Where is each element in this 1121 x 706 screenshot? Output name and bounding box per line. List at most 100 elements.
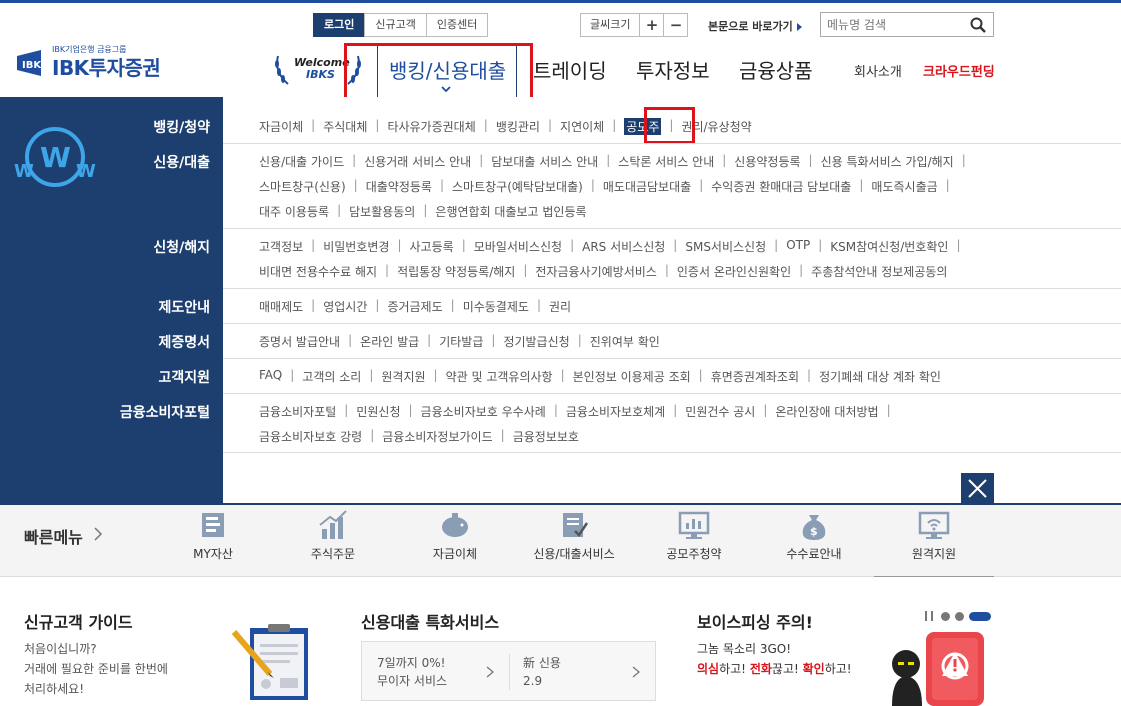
menu-link[interactable]: 대출약정등록 <box>366 178 432 195</box>
pager-dot[interactable] <box>955 611 964 621</box>
menu-link[interactable]: KSM참여신청/번호확인 <box>830 238 948 255</box>
menu-link[interactable]: 금융소비자보호체계 <box>566 403 665 420</box>
pause-icon[interactable] <box>925 611 933 621</box>
quick-ipo-subscription[interactable]: 공모주청약 <box>639 505 749 562</box>
menu-link[interactable]: 휴면증권계좌조회 <box>711 368 799 385</box>
menu-link[interactable]: 고객정보 <box>259 238 303 255</box>
gnb-investment-info[interactable]: 투자정보 <box>636 55 710 84</box>
credit-loan-special-title[interactable]: 신용대출 특화서비스 <box>361 609 499 633</box>
menu-link[interactable]: 고객의 소리 <box>302 368 361 385</box>
category-banking[interactable]: 뱅킹/청약 <box>0 117 210 137</box>
menu-link[interactable]: 모바일서비스신청 <box>474 238 562 255</box>
pager-dot[interactable] <box>941 611 950 621</box>
menu-link[interactable]: 기타발급 <box>439 333 483 350</box>
menu-link[interactable]: 대주 이용등록 <box>259 203 329 220</box>
menu-link[interactable]: 타사유가증권대체 <box>387 118 475 135</box>
chevron-right-icon[interactable] <box>632 666 640 678</box>
skip-to-content-link[interactable]: 본문으로 바로가기 <box>708 18 802 34</box>
voice-phishing-title[interactable]: 보이스피싱 주의! <box>697 609 813 633</box>
menu-link[interactable]: 진위여부 확인 <box>590 333 660 350</box>
category-system[interactable]: 제도안내 <box>0 297 210 317</box>
company-intro-link[interactable]: 회사소개 <box>854 61 902 80</box>
menu-link[interactable]: 스탁론 서비스 안내 <box>618 153 714 170</box>
menu-link[interactable]: 전자금융사기예방서비스 <box>535 263 656 280</box>
menu-link[interactable]: 주식대체 <box>323 118 367 135</box>
menu-link[interactable]: 주총참석안내 정보제공동의 <box>811 263 947 280</box>
menu-link[interactable]: 은행연합회 대출보고 법인등록 <box>435 203 586 220</box>
menu-link[interactable]: 매도대금담보대출 <box>603 178 691 195</box>
search-icon[interactable] <box>970 17 986 33</box>
quick-remote-support[interactable]: 원격지원 <box>879 505 989 562</box>
menu-link[interactable]: 지연이체 <box>560 118 604 135</box>
menu-link[interactable]: 매매제도 <box>259 298 303 315</box>
menu-link[interactable]: 인증서 온라인신원확인 <box>677 263 791 280</box>
menu-link[interactable]: 온라인장애 대처방법 <box>775 403 878 420</box>
chevron-right-icon[interactable] <box>486 666 494 678</box>
menu-link[interactable]: 스마트창구(예탁담보대출) <box>452 178 583 195</box>
menu-link[interactable]: 신용거래 서비스 안내 <box>364 153 471 170</box>
menu-link[interactable]: 스마트창구(신용) <box>259 178 346 195</box>
menu-link[interactable]: 영업시간 <box>323 298 367 315</box>
quick-fee-guide[interactable]: $ 수수료안내 <box>759 505 869 562</box>
quick-my-assets[interactable]: MY자산 <box>158 505 268 562</box>
category-consumer-portal[interactable]: 금융소비자포털 <box>0 402 210 422</box>
menu-link[interactable]: 금융소비자보호 강령 <box>259 428 362 445</box>
service-zero-interest[interactable]: 7일까지 0%! 무이자 서비스 <box>377 654 447 690</box>
menu-link[interactable]: 금융소비자포털 <box>259 403 336 420</box>
menu-link[interactable]: 미수동결제도 <box>463 298 529 315</box>
service-new-credit[interactable]: 新 신용 2.9 <box>523 654 561 690</box>
cert-center-button[interactable]: 인증센터 <box>425 13 489 37</box>
quick-fund-transfer[interactable]: 자금이체 <box>400 505 510 562</box>
menu-link[interactable]: 민원건수 공시 <box>685 403 755 420</box>
menu-link[interactable]: 금융소비자정보가이드 <box>382 428 492 445</box>
close-menu-button[interactable] <box>961 473 994 505</box>
menu-link[interactable]: FAQ <box>259 368 282 385</box>
crowdfunding-link[interactable]: 크라우드펀딩 <box>923 61 995 80</box>
quick-stock-order[interactable]: 주식주문 <box>278 505 388 562</box>
menu-link[interactable]: 민원신청 <box>356 403 400 420</box>
gnb-financial-products[interactable]: 금융상품 <box>739 55 813 84</box>
menu-link[interactable]: 뱅킹관리 <box>496 118 540 135</box>
menu-link[interactable]: OTP <box>786 238 810 255</box>
menu-link[interactable]: 권리 <box>549 298 571 315</box>
menu-link[interactable]: 비대면 전용수수료 해지 <box>259 263 377 280</box>
category-support[interactable]: 고객지원 <box>0 367 210 387</box>
menu-link[interactable]: 증거금제도 <box>387 298 442 315</box>
menu-link[interactable]: 적립통장 약정등록/해지 <box>397 263 515 280</box>
menu-link[interactable]: 증명서 발급안내 <box>259 333 340 350</box>
quick-menu-title[interactable]: 빠른메뉴 <box>24 524 83 548</box>
pager-dot-active[interactable] <box>969 611 991 621</box>
menu-link[interactable]: 신용/대출 가이드 <box>259 153 344 170</box>
menu-link[interactable]: SMS서비스신청 <box>685 238 766 255</box>
menu-link[interactable]: 정기폐쇄 대상 계좌 확인 <box>819 368 941 385</box>
menu-link[interactable]: ARS 서비스신청 <box>582 238 665 255</box>
menu-link[interactable]: 원격지원 <box>381 368 425 385</box>
menu-link[interactable]: 담보대출 서비스 안내 <box>491 153 598 170</box>
menu-link[interactable]: 신용약정등록 <box>734 153 800 170</box>
menu-link[interactable]: 약관 및 고객유의사항 <box>446 368 553 385</box>
menu-link[interactable]: 금융소비자보호 우수사례 <box>421 403 546 420</box>
menu-link[interactable]: 정기발급신청 <box>503 333 569 350</box>
category-certificate[interactable]: 제증명서 <box>0 332 210 352</box>
search-input[interactable] <box>821 13 961 36</box>
font-size-minus-button[interactable]: − <box>663 13 689 37</box>
chevron-right-icon[interactable] <box>93 527 103 541</box>
menu-link[interactable]: 본인정보 이용제공 조회 <box>573 368 691 385</box>
menu-link[interactable]: 금융정보보호 <box>513 428 579 445</box>
menu-link[interactable]: 매도즉시출금 <box>871 178 937 195</box>
new-customer-button[interactable]: 신규고객 <box>364 13 427 37</box>
category-apply[interactable]: 신청/해지 <box>0 237 210 257</box>
menu-link[interactable]: 담보활용동의 <box>349 203 415 220</box>
menu-link[interactable]: 온라인 발급 <box>360 333 419 350</box>
category-credit[interactable]: 신용/대출 <box>0 152 210 172</box>
gnb-trading[interactable]: 트레이딩 <box>533 55 607 84</box>
login-button[interactable]: 로그인 <box>313 13 366 37</box>
menu-link[interactable]: 수익증권 환매대금 담보대출 <box>711 178 851 195</box>
font-size-plus-button[interactable]: + <box>639 13 665 37</box>
menu-link[interactable]: 자금이체 <box>259 118 303 135</box>
menu-link[interactable]: 사고등록 <box>410 238 454 255</box>
quick-credit-loan-service[interactable]: 신용/대출서비스 <box>519 505 629 562</box>
menu-link[interactable]: 신용 특화서비스 가입/해지 <box>821 153 954 170</box>
menu-link[interactable]: 비밀번호변경 <box>323 238 389 255</box>
new-customer-guide-title[interactable]: 신규고객 가이드 <box>24 609 133 633</box>
